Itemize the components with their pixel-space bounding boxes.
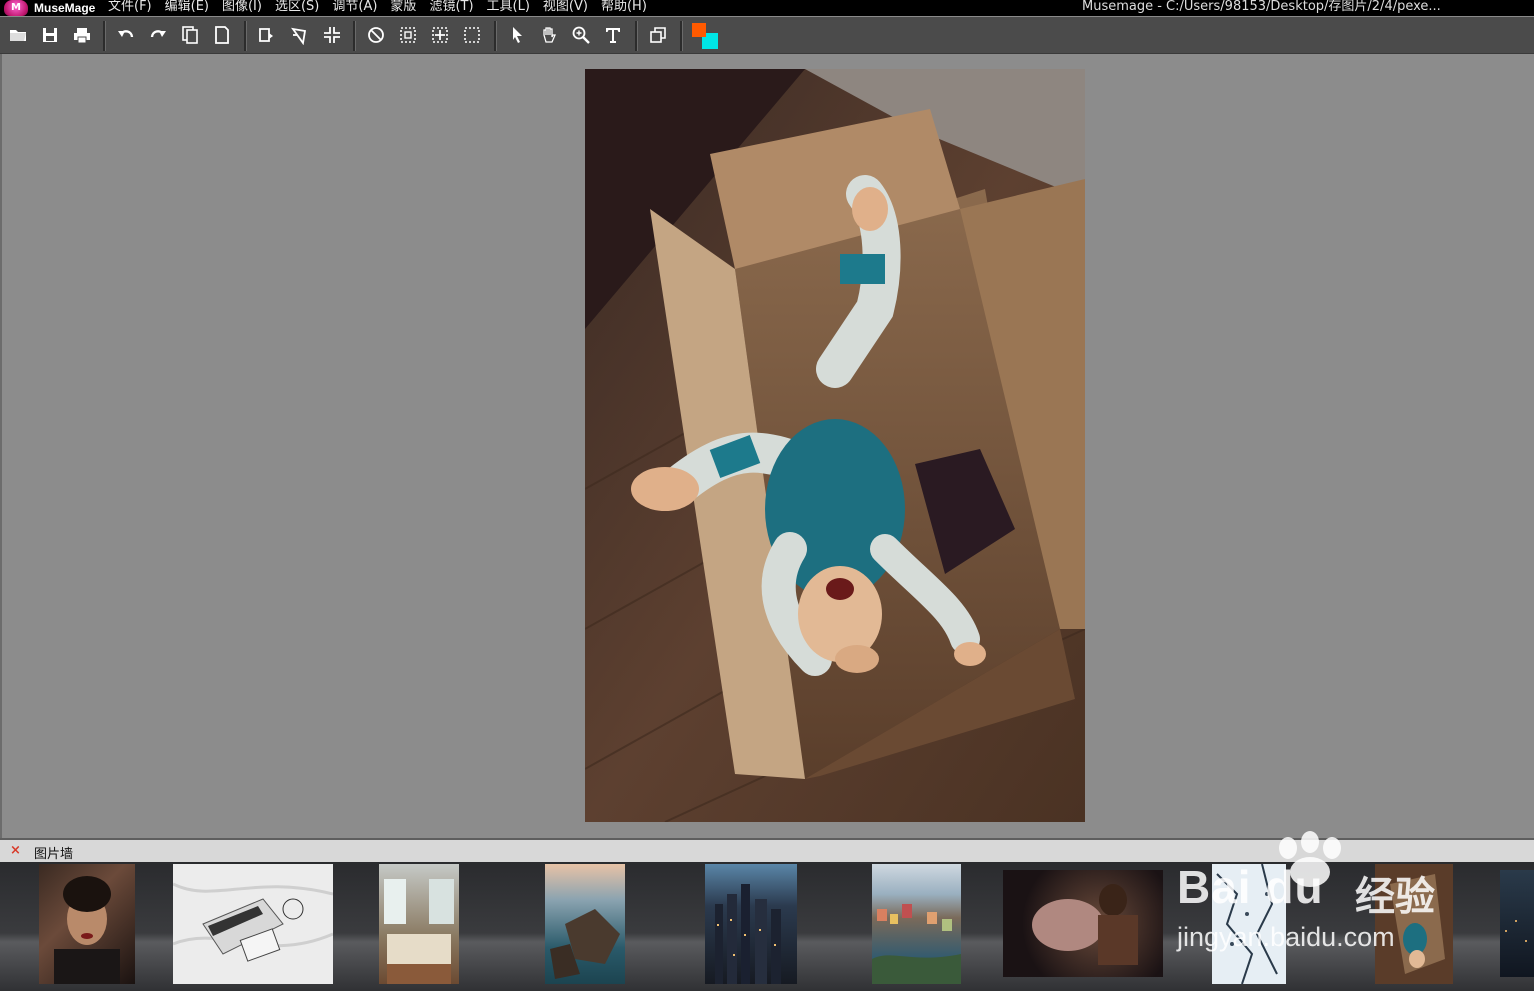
- open-folder-icon[interactable]: [6, 23, 30, 47]
- save-icon[interactable]: [38, 23, 62, 47]
- thumbnail-laptop-on-sheets[interactable]: [173, 864, 333, 984]
- thumbnail-boxer-punch[interactable]: [1003, 870, 1163, 977]
- rotate-icon[interactable]: [254, 23, 278, 47]
- menu-items: 文件(F) 编辑(E) 图像(I) 选区(S) 调节(A) 蒙版 滤镜(T) 工…: [108, 0, 660, 14]
- app-logo: M MuseMage: [0, 0, 95, 16]
- app-name: MuseMage: [34, 1, 96, 15]
- menu-select[interactable]: 选区(S): [275, 0, 319, 14]
- menu-bar: M MuseMage 文件(F) 编辑(E) 图像(I) 选区(S) 调节(A)…: [0, 0, 1534, 16]
- toolbar-separator: [353, 21, 356, 51]
- pointer-icon[interactable]: [505, 23, 529, 47]
- menu-edit[interactable]: 编辑(E): [165, 0, 209, 14]
- toolbar-separator: [680, 21, 683, 51]
- thumbnail-coastal-rocks[interactable]: [545, 864, 625, 984]
- layers-icon[interactable]: [646, 23, 670, 47]
- thumbnail-baby-in-box[interactable]: [1375, 864, 1453, 984]
- menu-view[interactable]: 视图(V): [543, 0, 588, 14]
- thumbnail-bedroom-interior[interactable]: [379, 864, 459, 984]
- toolbar-separator: [244, 21, 247, 51]
- paste-icon[interactable]: [210, 23, 234, 47]
- copy-icon[interactable]: [178, 23, 202, 47]
- zoom-icon[interactable]: [569, 23, 593, 47]
- toolbar: [0, 17, 1534, 54]
- undo-icon[interactable]: [114, 23, 138, 47]
- menu-tools[interactable]: 工具(L): [487, 0, 530, 14]
- thumbnail-portrait-woman[interactable]: [39, 864, 135, 984]
- canvas-photo[interactable]: [585, 69, 1085, 822]
- thumbnail-city-night-dark[interactable]: [1500, 870, 1534, 977]
- menu-adjust[interactable]: 调节(A): [332, 0, 377, 14]
- panel-title: 图片墙: [34, 847, 74, 862]
- menu-image[interactable]: 图像(I): [222, 0, 262, 14]
- thumbnail-snowy-aerial[interactable]: [1212, 864, 1286, 984]
- redo-icon[interactable]: [146, 23, 170, 47]
- text-icon[interactable]: [601, 23, 625, 47]
- menu-mask[interactable]: 蒙版: [390, 0, 416, 14]
- musemage-logo-icon: M: [4, 0, 28, 16]
- menu-filter[interactable]: 滤镜(T): [429, 0, 473, 14]
- toolbar-separator: [103, 21, 106, 51]
- window-title: Musemage - C:/Users/98153/Desktop/存图片/2/…: [1082, 0, 1441, 14]
- flip-icon[interactable]: [287, 23, 311, 47]
- close-icon[interactable]: ×: [10, 843, 21, 858]
- marquee-icon[interactable]: [460, 23, 484, 47]
- hand-icon[interactable]: [537, 23, 561, 47]
- toolbar-separator: [494, 21, 497, 51]
- menu-file[interactable]: 文件(F): [108, 0, 152, 14]
- select-all-icon[interactable]: [396, 23, 420, 47]
- toolbar-separator: [635, 21, 638, 51]
- deselect-icon[interactable]: [364, 23, 388, 47]
- select-inverse-icon[interactable]: [428, 23, 452, 47]
- thumbnail-coastal-village[interactable]: [872, 864, 961, 984]
- print-icon[interactable]: [70, 23, 94, 47]
- crop-icon[interactable]: [320, 23, 344, 47]
- thumbnail-city-night-skyline[interactable]: [705, 864, 797, 984]
- color-swatch[interactable]: [692, 23, 718, 49]
- foreground-color-swatch[interactable]: [692, 23, 706, 37]
- picture-wall-header: × 图片墙: [0, 838, 1534, 862]
- menu-help[interactable]: 帮助(H): [601, 0, 647, 14]
